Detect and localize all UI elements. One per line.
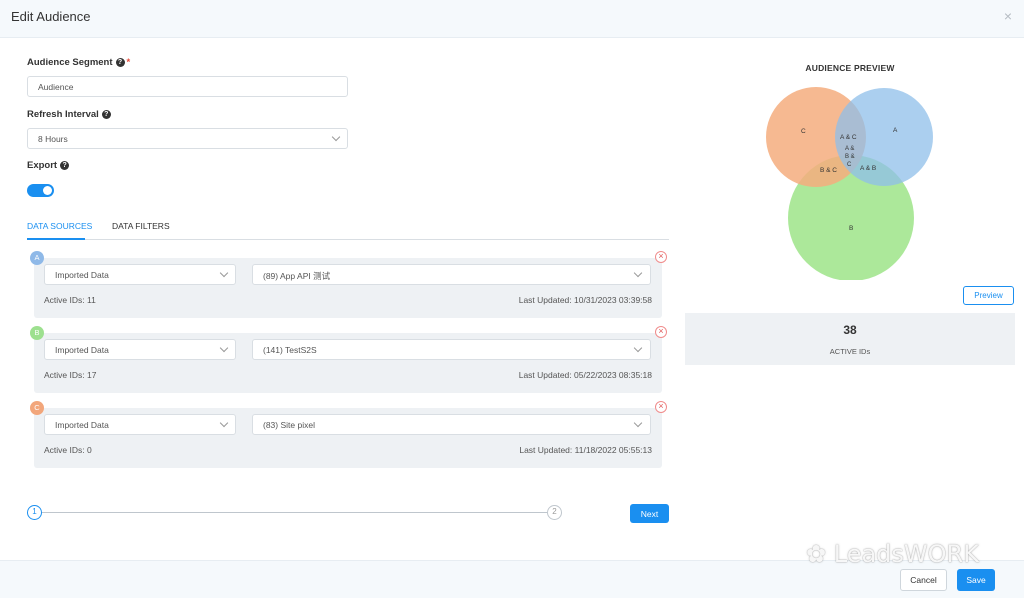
source-type-select[interactable]: Imported Data (44, 264, 236, 285)
required-mark: * (126, 57, 131, 68)
source-select[interactable]: (89) App API 测试 (252, 264, 651, 285)
tab-data-sources[interactable]: DATA SOURCES (27, 221, 92, 231)
close-icon[interactable]: × (1004, 8, 1012, 24)
export-label-text: Export (27, 160, 58, 171)
modal-header: Edit Audience × (0, 0, 1024, 38)
source-badge-a: A (30, 251, 44, 265)
source-type-value: Imported Data (55, 270, 109, 280)
data-source-card-c: Imported Data (83) Site pixel Active IDs… (34, 408, 662, 468)
venn-label-abc-2: B & (845, 154, 855, 160)
refresh-interval-label: Refresh Interval? (27, 109, 111, 120)
watermark-text: LeadsWORK (833, 540, 979, 568)
help-icon[interactable]: ? (115, 58, 125, 67)
toggle-knob (43, 186, 52, 195)
source-type-value: Imported Data (55, 345, 109, 355)
tab-data-filters[interactable]: DATA FILTERS (112, 221, 170, 231)
active-tab-indicator (27, 238, 85, 240)
active-ids: Active IDs: 0 (44, 445, 92, 455)
refresh-interval-select[interactable]: 8 Hours (27, 128, 348, 149)
help-icon[interactable]: ? (101, 110, 111, 119)
stepper-line (42, 512, 547, 513)
source-type-select[interactable]: Imported Data (44, 339, 236, 360)
wechat-icon: ✿ (806, 540, 827, 568)
source-type-value: Imported Data (55, 420, 109, 430)
source-value: (83) Site pixel (263, 420, 315, 430)
step-2[interactable]: 2 (547, 505, 562, 520)
venn-label-abc-1: A & (845, 146, 854, 152)
cancel-button[interactable]: Cancel (900, 569, 947, 591)
source-badge-b: B (30, 326, 44, 340)
active-ids-summary: 38 ACTIVE IDs (685, 313, 1015, 365)
last-updated: Last Updated: 05/22/2023 08:35:18 (518, 370, 652, 380)
source-select[interactable]: (141) TestS2S (252, 339, 651, 360)
remove-source-c-icon[interactable]: × (655, 401, 667, 413)
venn-label-abc-3: C (847, 162, 852, 168)
venn-label-a: A (893, 127, 898, 134)
export-label: Export? (27, 160, 70, 171)
audience-segment-input[interactable]: Audience (27, 76, 348, 97)
venn-label-bc: B & C (820, 167, 837, 174)
preview-button[interactable]: Preview (963, 286, 1014, 305)
active-ids: Active IDs: 11 (44, 295, 96, 305)
venn-label-ac: A & C (840, 134, 857, 141)
help-icon[interactable]: ? (60, 161, 70, 170)
venn-diagram: C A B A & C A & B & C B & C A & B (766, 87, 933, 280)
last-updated: Last Updated: 11/18/2022 05:55:13 (519, 445, 652, 455)
modal-title: Edit Audience (11, 9, 91, 24)
refresh-interval-value: 8 Hours (38, 134, 68, 144)
remove-source-b-icon[interactable]: × (655, 326, 667, 338)
source-select[interactable]: (83) Site pixel (252, 414, 651, 435)
step-1[interactable]: 1 (27, 505, 42, 520)
source-value: (89) App API 测试 (263, 271, 331, 281)
last-updated: Last Updated: 10/31/2023 03:39:58 (518, 295, 652, 305)
active-ids-label: ACTIVE IDs (829, 347, 871, 356)
source-type-select[interactable]: Imported Data (44, 414, 236, 435)
venn-label-ab: A & B (860, 165, 876, 172)
save-button[interactable]: Save (957, 569, 995, 591)
data-source-card-b: Imported Data (141) TestS2S Active IDs: … (34, 333, 662, 393)
data-source-card-a: Imported Data (89) App API 测试 Active IDs… (34, 258, 662, 318)
tab-bar: DATA SOURCES DATA FILTERS (27, 218, 669, 240)
refresh-interval-label-text: Refresh Interval (27, 109, 99, 120)
next-button[interactable]: Next (630, 504, 669, 523)
audience-segment-label: Audience Segment? * (27, 57, 130, 68)
audience-segment-label-text: Audience Segment (27, 57, 113, 68)
remove-source-a-icon[interactable]: × (655, 251, 667, 263)
source-value: (141) TestS2S (263, 345, 317, 355)
venn-label-c: C (801, 128, 806, 135)
audience-preview-title: AUDIENCE PREVIEW (805, 63, 895, 73)
source-badge-c: C (30, 401, 44, 415)
watermark-logo: ✿ LeadsWORK (806, 540, 979, 568)
active-ids: Active IDs: 17 (44, 370, 97, 380)
venn-label-b: B (849, 225, 853, 232)
export-toggle[interactable] (27, 184, 54, 197)
active-ids-count: 38 (843, 323, 857, 337)
